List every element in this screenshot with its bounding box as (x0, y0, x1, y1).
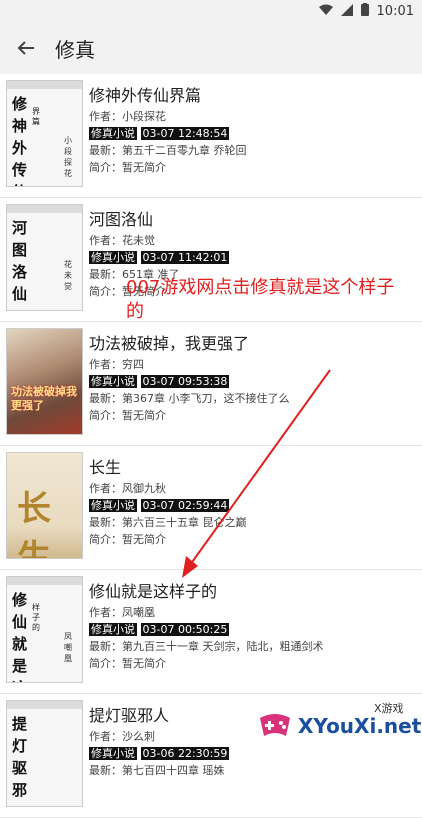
gamepad-logo-icon (260, 714, 290, 736)
watermark: X游戏 XYouXi.net (256, 700, 421, 750)
latest-chapter: 最新：第七百四十四章 瑶姝 (89, 764, 225, 777)
annotation-arrow-icon (182, 369, 331, 578)
watermark-brand: XYouXi.net (298, 714, 422, 738)
